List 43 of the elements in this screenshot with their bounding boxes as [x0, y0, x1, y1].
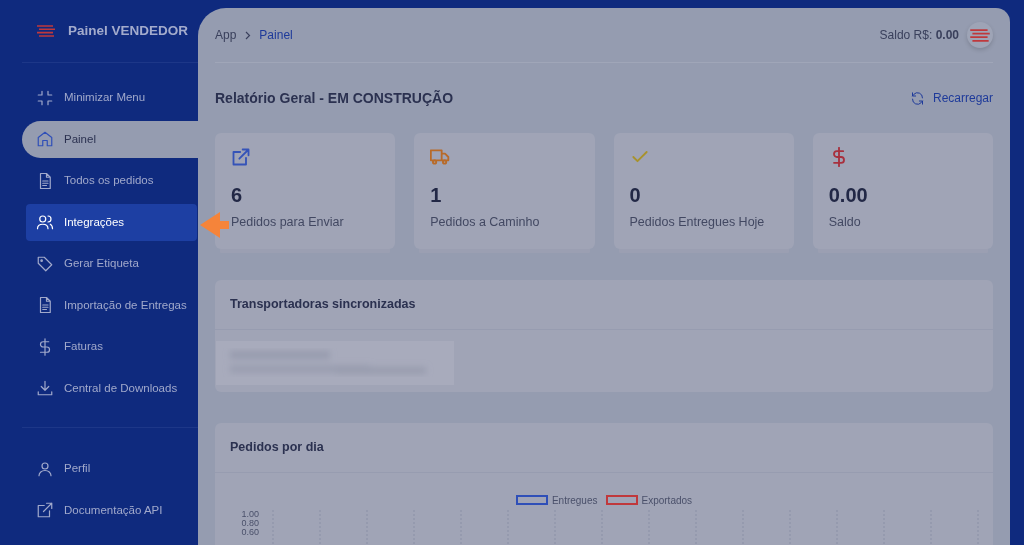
chevron-icon: [244, 30, 252, 40]
page-title: Relatório Geral - EM CONSTRUÇÃO: [215, 89, 454, 107]
menu-item[interactable]: Faturas: [22, 328, 198, 366]
axis-label: 0.80: [240, 518, 259, 528]
stat-value: 0.00: [828, 185, 869, 205]
balance-text: Saldo R$: 0.00: [879, 27, 959, 44]
menu-item[interactable]: Integrações: [26, 203, 197, 241]
breadcrumb-link[interactable]: App: [215, 26, 237, 44]
breadcrumb-link[interactable]: Painel: [259, 26, 293, 44]
card-title: Transportadoras sincronizadas: [215, 280, 993, 330]
menu-item[interactable]: Todos os pedidos: [22, 162, 198, 200]
menu-item[interactable]: Importação de Entregas: [22, 286, 198, 324]
menu-item[interactable]: Central de Downloads: [22, 369, 198, 407]
collapse-icon: [36, 88, 54, 107]
menu-item[interactable]: Painel: [22, 120, 198, 158]
app-title: Painel VENDEDOR: [68, 21, 189, 40]
legend-item: Entregues: [515, 492, 598, 508]
stat-label: Pedidos Entregues Hoje: [629, 214, 765, 231]
card-title: Pedidos por dia: [215, 422, 993, 473]
stat-value: 1: [430, 185, 443, 205]
tag-icon: [36, 254, 54, 273]
logo-icon: [36, 25, 56, 37]
reload-button[interactable]: Recarregar: [909, 89, 993, 107]
legend-item: Exportados: [605, 492, 693, 508]
stat-label: Saldo: [828, 214, 861, 231]
menu-item[interactable]: Perfil: [22, 450, 198, 488]
users-icon: [36, 213, 54, 232]
user-icon: [36, 459, 54, 478]
stat-value: 0: [629, 185, 642, 205]
menu-item[interactable]: Documentação API: [22, 491, 198, 529]
home-icon: [36, 130, 54, 149]
stat-label: Pedidos a Caminho: [430, 214, 540, 231]
menu-item[interactable]: Minimizar Menu: [22, 79, 198, 117]
avatar-button[interactable]: [967, 22, 993, 48]
stat-value: 6: [231, 185, 244, 205]
refresh-icon: [909, 90, 925, 106]
external-link-icon: [36, 501, 54, 520]
stat-label: Pedidos para Enviar: [231, 214, 344, 231]
axis-label: 0.60: [240, 527, 259, 537]
menu-item[interactable]: Gerar Etiqueta: [22, 245, 198, 283]
axis-label: 1.00: [240, 509, 259, 519]
download-icon: [36, 379, 54, 398]
arrow-icon: [200, 210, 229, 240]
